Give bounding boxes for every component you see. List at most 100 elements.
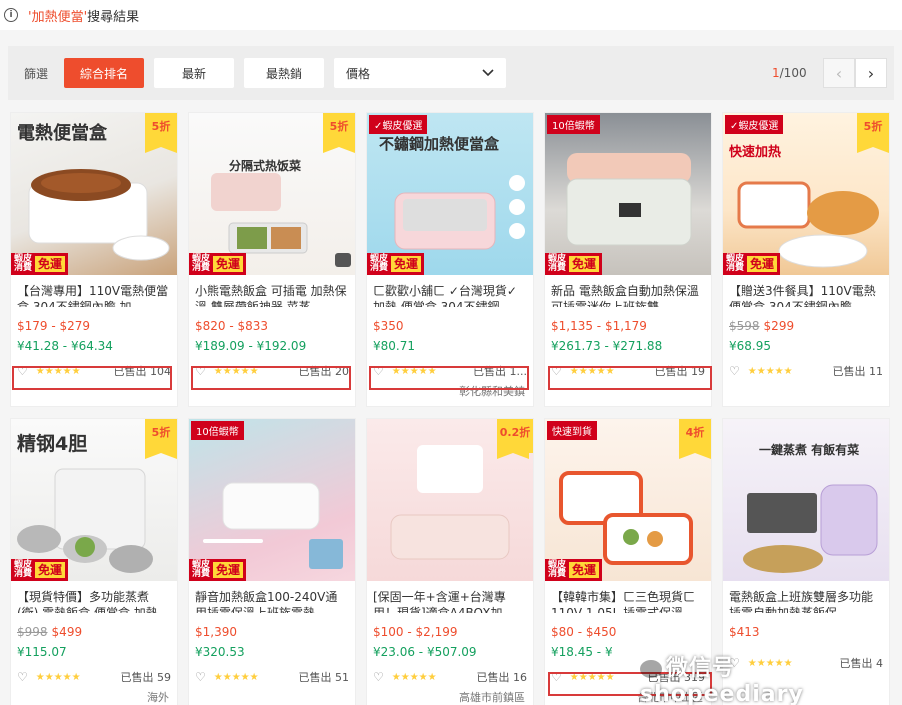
rating-sales-row: ♡ ★★★★★ 已售出 59 — [11, 659, 177, 685]
prev-page-button[interactable]: ‹ — [823, 58, 855, 88]
price-value: $179 - $279 — [17, 319, 91, 333]
free-shipping-badge: 蝦皮 消費 免運 — [11, 253, 69, 275]
star-rating: ★★★★★ — [391, 671, 437, 683]
price-value: $413 — [729, 625, 760, 639]
free-shipping-badge: 蝦皮 消費 免運 — [723, 253, 781, 275]
product-name[interactable]: 【現貨特價】多功能蒸煮 (衛) 電熱飯盒 便當盒 加熱... — [11, 581, 177, 613]
discount-badge: 5折 — [145, 419, 177, 459]
heart-icon[interactable]: ♡ — [729, 364, 740, 378]
product-image[interactable]: 10倍蝦幣 蝦皮 消費 免運 — [189, 419, 355, 581]
lunchbox-illustration — [203, 482, 343, 569]
product-image[interactable]: 0.2折 — [367, 419, 533, 581]
star-rating: ★★★★★ — [213, 671, 259, 683]
product-name[interactable]: 【台灣專用】110V電熱便當盒 304不鏽鋼內膽 加... — [11, 275, 177, 307]
product-card[interactable]: 10倍蝦幣 蝦皮 消費 免運 新品 電熱飯盒自動加熱保溫可插電迷你上班族雙... $… — [544, 112, 712, 407]
promo-line: 消費 — [548, 569, 567, 579]
promo-line: 消費 — [192, 263, 211, 273]
product-name[interactable]: 新品 電熱飯盒自動加熱保溫可插電迷你上班族雙... — [545, 275, 711, 307]
product-name[interactable]: 靜音加熱飯盒100-240V通用插電保溫上班族電熱... — [189, 581, 355, 613]
heart-icon[interactable]: ♡ — [373, 670, 384, 684]
product-image[interactable]: 快速到貨 4折 蝦皮 消費 免運 — [545, 419, 711, 581]
product-card[interactable]: 分隔式热饭菜 5折 蝦皮 消費 免運 小熊電熱飯盒 可插電 加熱保溫 雙層帶飯神器 … — [188, 112, 356, 407]
product-price: $80 - $450 — [545, 617, 711, 639]
rating-sales-row: ♡ ★★★★★ 已售出 11 — [723, 353, 889, 379]
product-name[interactable]: [保固一年+含運+台灣專用！現貨]適盒A4BOX加... — [367, 581, 533, 613]
heart-icon[interactable]: ♡ — [195, 670, 206, 684]
original-price: $598 — [729, 319, 760, 333]
promo-tag: 免運 — [569, 256, 600, 272]
heart-icon[interactable]: ♡ — [373, 364, 384, 378]
price-sort-label: 價格 — [346, 66, 371, 81]
product-card[interactable]: 電熱便當盒 5折 蝦皮 消費 免運 【台灣專用】110V電熱便當盒 304不鏽鋼內膽… — [10, 112, 178, 407]
wechat-icon — [640, 660, 662, 678]
sort-top-sales-button[interactable]: 最熱銷 — [244, 58, 325, 88]
preferred-badge: ✓蝦皮優選 — [369, 115, 428, 134]
product-price: $100 - $2,199 — [367, 617, 533, 639]
promo-tag: 免運 — [747, 256, 778, 272]
sort-relevance-button[interactable]: 綜合排名 — [64, 58, 145, 88]
heart-icon[interactable]: ♡ — [195, 364, 206, 378]
product-image[interactable]: 快速加热 ✓蝦皮優選 5折 蝦皮 消費 免運 — [723, 113, 889, 275]
product-image[interactable]: 電熱便當盒 5折 蝦皮 消費 免運 — [11, 113, 177, 275]
product-image[interactable]: 不鏽鋼加熱便當盒 ✓蝦皮優選 蝦皮 消費 免運 — [367, 113, 533, 275]
promo-line: 消費 — [192, 569, 211, 579]
price-sort-select[interactable]: 價格 — [334, 58, 507, 88]
heart-icon[interactable]: ♡ — [17, 670, 28, 684]
product-image[interactable]: 10倍蝦幣 蝦皮 消費 免運 — [545, 113, 711, 275]
converted-price: ¥115.07 — [17, 645, 67, 659]
sold-count: 已售出 19 — [654, 365, 706, 378]
search-keyword: '加熱便當' — [28, 9, 88, 25]
sold-count: 已售出 1... — [473, 365, 527, 378]
search-result-header: i '加熱便當' 搜尋結果 — [0, 0, 902, 30]
product-price: $413 — [723, 617, 889, 639]
converted-price: ¥261.73 - ¥271.88 — [551, 339, 663, 353]
promo-tag: 免運 — [569, 562, 600, 578]
sort-latest-button[interactable]: 最新 — [154, 58, 235, 88]
heart-icon[interactable]: ♡ — [551, 670, 562, 684]
converted-price: ¥68.95 — [729, 339, 771, 353]
price-value: $1,135 - $1,179 — [551, 319, 647, 333]
image-headline: 一鍵蒸煮 有飯有菜 — [759, 443, 860, 457]
heart-icon[interactable]: ♡ — [551, 364, 562, 378]
star-rating: ★★★★★ — [569, 671, 615, 683]
original-price: $998 — [17, 625, 48, 639]
heart-icon[interactable]: ♡ — [17, 364, 28, 378]
product-card[interactable]: 快速加热 ✓蝦皮優選 5折 蝦皮 消費 免運 【贈送3件餐具】110V電熱便當盒 3… — [722, 112, 890, 407]
converted-price: ¥320.53 — [195, 645, 245, 659]
product-name[interactable]: 【韓韓市集】ㄈ三色現貨ㄈ 110V 1.05L 插電式保溫... — [545, 581, 711, 613]
product-card[interactable]: 10倍蝦幣 蝦皮 消費 免運 靜音加熱飯盒100-240V通用插電保溫上班族電熱..… — [188, 418, 356, 705]
product-price: $598 $299 — [723, 311, 889, 333]
image-headline: 精钢4胆 — [17, 433, 88, 455]
promo-line: 消費 — [14, 263, 33, 273]
sold-count: 已售出 59 — [120, 671, 172, 684]
free-shipping-badge: 蝦皮 消費 免運 — [545, 559, 603, 581]
sort-filter-bar: 篩選 綜合排名 最新 最熱銷 價格 1/100 ‹ › — [8, 46, 894, 100]
product-price: $1,390 — [189, 617, 355, 639]
watermark-text: 微信号 shopeediary — [640, 656, 804, 705]
discount-badge: 5折 — [857, 113, 889, 153]
product-name[interactable]: ㄈ歡歡小舖ㄈ ✓台灣現貨✓ 加熱 便當盒 304不鏽鋼... — [367, 275, 533, 307]
product-name[interactable]: 【贈送3件餐具】110V電熱便當盒 304不鏽鋼內膽... — [723, 275, 889, 307]
converted-price: ¥41.28 - ¥64.34 — [17, 339, 113, 353]
product-price: $820 - $833 — [189, 311, 355, 333]
coin-badge: 10倍蝦幣 — [547, 115, 600, 134]
product-name[interactable]: 小熊電熱飯盒 可插電 加熱保溫 雙層帶飯神器 菜蒸... — [189, 275, 355, 307]
discount-badge: 0.2折 — [497, 419, 533, 459]
product-card[interactable]: 精钢4胆 5折 蝦皮 消費 免運 【現貨特價】多功能蒸煮 (衛) 電熱飯盒 便當盒 … — [10, 418, 178, 705]
sold-count: 已售出 20 — [298, 365, 350, 378]
image-headline: 快速加热 — [729, 145, 782, 160]
free-shipping-badge: 蝦皮 消費 免運 — [11, 559, 69, 581]
product-card[interactable]: 0.2折 [保固一年+含運+台灣專用！現貨]適盒A4BOX加... $100 -… — [366, 418, 534, 705]
product-card[interactable]: 不鏽鋼加熱便當盒 ✓蝦皮優選 蝦皮 消費 免運 ㄈ歡歡小舖ㄈ ✓台灣現貨✓ 加熱 便… — [366, 112, 534, 407]
rating-sales-row: ♡ ★★★★★ 已售出 20 — [189, 353, 355, 379]
product-image[interactable]: 一鍵蒸煮 有飯有菜 — [723, 419, 889, 581]
promo-line: 消費 — [370, 263, 389, 273]
product-image[interactable]: 分隔式热饭菜 5折 蝦皮 消費 免運 — [189, 113, 355, 275]
product-price: $998 $499 — [11, 617, 177, 639]
product-name[interactable]: 電熱飯盒上班族雙層多功能插電自動加熱蒸飯保... — [723, 581, 889, 613]
discount-badge: 4折 — [679, 419, 711, 459]
chevron-down-icon — [482, 69, 494, 77]
product-image[interactable]: 精钢4胆 5折 蝦皮 消費 免運 — [11, 419, 177, 581]
price-value: $499 — [51, 625, 83, 639]
next-page-button[interactable]: › — [855, 58, 887, 88]
